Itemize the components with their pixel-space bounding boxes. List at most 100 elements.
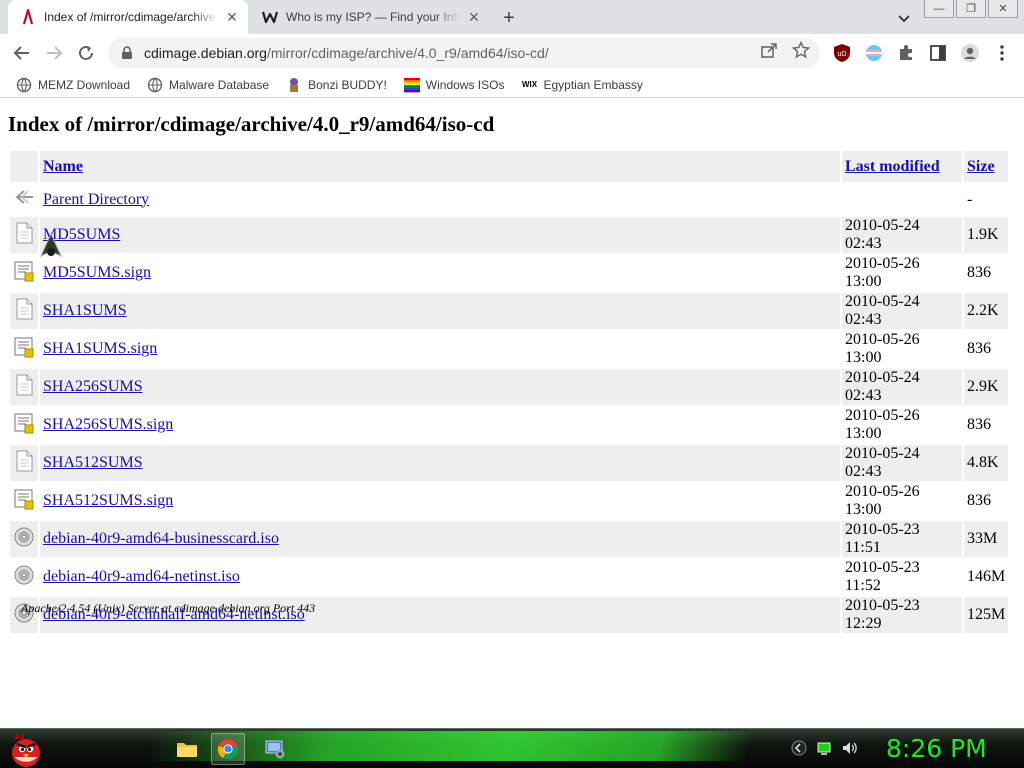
busy-cursor-icon — [39, 232, 63, 258]
file-explorer-icon[interactable] — [170, 733, 204, 765]
bookmark-label: Malware Database — [169, 77, 270, 92]
bookmark-bonzi-buddy[interactable]: Bonzi BUDDY! — [286, 77, 387, 93]
sort-by-size-link[interactable]: Size — [967, 158, 995, 175]
new-tab-button[interactable]: + — [498, 7, 520, 29]
bookmark-label: Windows ISOs — [425, 77, 505, 92]
bookmark-windows-isos[interactable]: Windows ISOs — [403, 77, 505, 93]
table-row: SHA512SUMS 2010-05-24 02:43 4.8K — [10, 445, 1009, 481]
tab-title: Index of /mirror/cdimage/archive — [44, 10, 216, 24]
disc-icon — [14, 565, 34, 584]
last-modified-cell: 2010-05-24 02:43 — [842, 217, 962, 253]
tab-close-icon[interactable]: ✕ — [224, 9, 240, 25]
file-link[interactable]: debian-40r9-amd64-netinst.iso — [43, 568, 240, 585]
file-link[interactable]: SHA1SUMS.sign — [43, 340, 157, 357]
last-modified-cell: 2010-05-24 02:43 — [842, 369, 962, 405]
size-cell: 146M — [967, 568, 1006, 585]
signature-file-icon — [10, 331, 38, 367]
size-cell: 1.9K — [964, 217, 1009, 253]
bookmark-star-icon[interactable] — [791, 40, 811, 59]
sort-by-modified-link[interactable]: Last modified — [845, 158, 940, 175]
battery-icon[interactable] — [815, 739, 833, 757]
address-bar[interactable]: cdimage.debian.org/mirror/cdimage/archiv… — [108, 38, 820, 68]
taskbar-clock[interactable]: 8:26 PM — [886, 734, 987, 763]
table-row: MD5SUMS.sign 2010-05-26 13:00 836 — [10, 255, 1008, 291]
table-row: SHA512SUMS.sign 2010-05-26 13:00 836 — [10, 483, 1008, 519]
bookmark-label: MEMZ Download — [38, 77, 131, 92]
file-link[interactable]: SHA1SUMS — [43, 302, 127, 319]
file-link[interactable]: SHA512SUMS — [43, 454, 143, 471]
name-cell: SHA256SUMS.sign — [40, 407, 840, 443]
forward-button[interactable] — [42, 41, 66, 65]
back-arrow-icon — [13, 46, 29, 60]
last-modified-cell: 2010-05-24 02:43 — [842, 445, 962, 481]
table-header-row: Name Last modified Size — [10, 151, 1009, 182]
ublock-icon[interactable]: uD — [832, 43, 852, 63]
bookmark-malware-database[interactable]: Malware Database — [147, 77, 269, 93]
control-panel-icon[interactable] — [258, 733, 292, 765]
text-file-icon — [10, 369, 38, 405]
minimize-button[interactable]: — — [924, 0, 954, 18]
size-cell: 2.2K — [964, 293, 1009, 329]
last-modified-cell: 2010-05-24 02:43 — [842, 293, 962, 329]
bookmark-memz-download[interactable]: MEMZ Download — [16, 77, 130, 93]
bookmark-egyptian-embassy[interactable]: WIX Egyptian Embassy — [521, 77, 643, 93]
file-link[interactable]: debian-40r9-amd64-businesscard.iso — [43, 530, 279, 547]
size-cell: 836 — [967, 416, 991, 433]
browser-toolbar: cdimage.debian.org/mirror/cdimage/archiv… — [0, 34, 1024, 72]
sort-by-name-link[interactable]: Name — [43, 158, 83, 175]
name-cell: MD5SUMS — [40, 217, 840, 253]
file-link[interactable]: SHA256SUMS — [43, 378, 143, 395]
signature-file-icon — [14, 337, 34, 357]
angry-bird-start-icon[interactable] — [6, 729, 46, 768]
name-cell: Parent Directory — [40, 184, 840, 215]
volume-icon[interactable] — [840, 739, 858, 757]
signature-file-icon — [10, 255, 38, 291]
file-link[interactable]: MD5SUMS.sign — [43, 264, 151, 281]
kebab-menu-icon[interactable] — [992, 43, 1012, 63]
size-cell: 2.9K — [964, 369, 1009, 405]
tab-strip: Index of /mirror/cdimage/archive ✕ Who i… — [0, 0, 1024, 34]
signature-file-icon — [14, 413, 34, 433]
table-row: SHA256SUMS 2010-05-24 02:43 2.9K — [10, 369, 1009, 405]
url-host: cdimage.debian.org — [144, 45, 267, 61]
tab-who-is-my-isp[interactable]: Who is my ISP? — Find your Inte ✕ — [250, 0, 490, 34]
signature-file-icon — [10, 407, 38, 443]
file-link[interactable]: SHA512SUMS.sign — [43, 492, 173, 509]
disc-icon — [10, 521, 38, 557]
network-icon[interactable] — [790, 739, 808, 757]
chrome-icon[interactable] — [211, 733, 245, 765]
header-last-modified: Last modified — [842, 151, 962, 182]
size-cell: 836 — [967, 264, 991, 281]
name-cell: debian-40r9-amd64-businesscard.iso — [40, 521, 840, 557]
text-file-icon — [10, 293, 38, 329]
tab-close-icon[interactable]: ✕ — [466, 9, 482, 25]
tab-index-of-mirror[interactable]: Index of /mirror/cdimage/archive ✕ — [8, 0, 248, 34]
file-link[interactable]: Parent Directory — [43, 191, 149, 208]
window-controls: — ❐ ✕ — [924, 0, 1018, 18]
bookmark-label: Bonzi BUDDY! — [308, 77, 387, 92]
reload-button[interactable] — [74, 41, 98, 65]
tab-search-icon[interactable] — [895, 9, 913, 27]
name-cell: SHA512SUMS — [40, 445, 840, 481]
last-modified-cell — [842, 184, 962, 215]
name-cell: SHA256SUMS — [40, 369, 840, 405]
page-title: Index of /mirror/cdimage/archive/4.0_r9/… — [8, 112, 495, 136]
trans-flag-icon[interactable] — [864, 43, 884, 63]
file-link[interactable]: SHA256SUMS.sign — [43, 416, 173, 433]
back-button[interactable] — [10, 41, 34, 65]
profile-icon[interactable] — [960, 43, 980, 63]
table-row: MD5SUMS 2010-05-24 02:43 1.9K — [10, 217, 1009, 253]
lock-icon[interactable] — [120, 46, 134, 60]
restore-button[interactable]: ❐ — [956, 0, 986, 18]
close-window-button[interactable]: ✕ — [988, 0, 1018, 18]
puzzle-icon[interactable] — [896, 43, 916, 63]
svg-text:uD: uD — [838, 51, 847, 58]
w-logo-icon — [262, 9, 278, 25]
disc-icon — [14, 527, 34, 546]
server-signature: Apache/2.4.54 (Unix) Server at cdimage.d… — [21, 601, 316, 615]
sidepanel-icon[interactable] — [928, 43, 948, 63]
bonzi-icon — [286, 77, 302, 93]
header-size: Size — [964, 151, 1009, 182]
share-icon[interactable] — [760, 41, 778, 59]
text-file-icon — [16, 450, 33, 471]
